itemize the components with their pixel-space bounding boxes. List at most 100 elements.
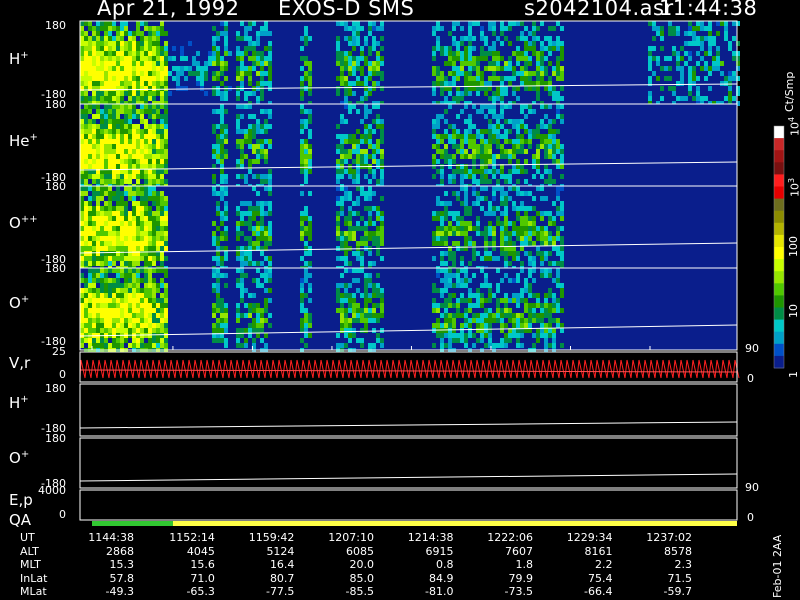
spectrogram-cell [492, 134, 496, 139]
spectrogram-cell [112, 216, 116, 221]
spectrogram-cell [504, 26, 508, 31]
spectrogram-cell [92, 154, 96, 159]
spectrogram-cell [164, 41, 168, 46]
spectrogram-cell [504, 343, 508, 348]
spectrogram-cell [468, 51, 472, 56]
spectrogram-cell [156, 196, 160, 201]
spectrogram-cell [92, 139, 96, 144]
spectrogram-cell [100, 46, 104, 51]
spectrogram-cell [508, 81, 512, 86]
spectrogram-cell [140, 323, 144, 328]
spectrogram-cell [496, 154, 500, 159]
spectrogram-cell [224, 21, 228, 26]
spectrogram-cell [464, 81, 468, 86]
spectrogram-cell [524, 36, 528, 41]
spectrogram-cell [244, 343, 248, 348]
spectrogram-cell [96, 338, 100, 343]
spectrogram-cell [500, 31, 504, 36]
spectrogram-cell [536, 81, 540, 86]
spectrogram-cell [304, 109, 308, 114]
spectrogram-cell [672, 86, 676, 91]
spectrogram-cell [308, 71, 312, 76]
spectrogram-cell [352, 46, 356, 51]
spectrogram-cell [248, 56, 252, 61]
spectrogram-cell [136, 124, 140, 129]
spectrogram-cell [132, 76, 136, 81]
spectrogram-cell [360, 149, 364, 154]
spectrogram-cell [448, 104, 452, 109]
spectrogram-cell [92, 226, 96, 231]
spectrogram-cell [452, 81, 456, 86]
spectrogram-cell [496, 318, 500, 323]
spectrogram-cell [484, 149, 488, 154]
spectrogram-cell [240, 261, 244, 266]
spectrogram-cell [684, 41, 688, 46]
spectrogram-cell [84, 318, 88, 323]
spectrogram-cell [356, 129, 360, 134]
spectrogram-cell [96, 328, 100, 333]
colorbar-tick: 103 [787, 177, 800, 197]
spectrogram-cell [516, 216, 520, 221]
spectrogram-cell [364, 241, 368, 246]
spectrogram-cell [244, 66, 248, 71]
spectrogram-cell [372, 308, 376, 313]
spectrogram-cell [140, 61, 144, 66]
spectrogram-cell [80, 51, 84, 56]
spectrogram-cell [444, 61, 448, 66]
spectrogram-cell [248, 71, 252, 76]
spectrogram-cell [548, 46, 552, 51]
spectrogram-cell [696, 91, 700, 96]
spectrogram-cell [368, 46, 372, 51]
spectrogram-cell [504, 293, 508, 298]
spectrogram-cell [112, 109, 116, 114]
spectrogram-cell [112, 298, 116, 303]
spectrogram-cell [84, 164, 88, 169]
spectrogram-cell [440, 174, 444, 179]
spectrogram-cell [128, 129, 132, 134]
spectrogram-cell [264, 119, 268, 124]
spectrogram-cell [300, 119, 304, 124]
spectrogram-cell [344, 283, 348, 288]
spectrogram-cell [256, 51, 260, 56]
spectrogram-cell [256, 328, 260, 333]
spectrogram-cell [520, 66, 524, 71]
spectrogram-cell [148, 169, 152, 174]
spectrogram-cell [476, 191, 480, 196]
spectrogram-cell [224, 51, 228, 56]
spectrogram-cell [472, 241, 476, 246]
spectrogram-cell [448, 256, 452, 261]
spectrogram-cell [224, 318, 228, 323]
spectrogram-cell [104, 46, 108, 51]
spectrogram-cell [432, 26, 436, 31]
spectrogram-cell [476, 179, 480, 184]
spectrogram-cell [444, 129, 448, 134]
spectrogram-cell [356, 241, 360, 246]
spectrogram-cell [548, 318, 552, 323]
spectrogram-cell [436, 81, 440, 86]
spectrogram-cell [364, 109, 368, 114]
spectrogram-cell [460, 186, 464, 191]
spectrogram-cell [712, 36, 716, 41]
spectrogram-cell [368, 144, 372, 149]
spectrogram-cell [544, 338, 548, 343]
spectrogram-cell [484, 318, 488, 323]
spectrogram-cell [124, 76, 128, 81]
spectrogram-cell [132, 308, 136, 313]
spectrogram-cell [116, 293, 120, 298]
spectrogram-cell [220, 66, 224, 71]
spectrogram-cell [120, 328, 124, 333]
spectrogram-cell [108, 119, 112, 124]
spectrogram-cell [252, 261, 256, 266]
spectrogram-cell [504, 201, 508, 206]
spectrogram-cell [152, 246, 156, 251]
spectrogram-cell [92, 66, 96, 71]
spectrogram-cell [448, 201, 452, 206]
spectrogram-cell [512, 186, 516, 191]
spectrogram-cell [488, 288, 492, 293]
spectrogram-cell [100, 109, 104, 114]
spectrogram-cell [164, 246, 168, 251]
spectrogram-cell [552, 303, 556, 308]
spectrogram-cell [356, 196, 360, 201]
spectrogram-cell [160, 216, 164, 221]
spectrogram-cell [104, 273, 108, 278]
